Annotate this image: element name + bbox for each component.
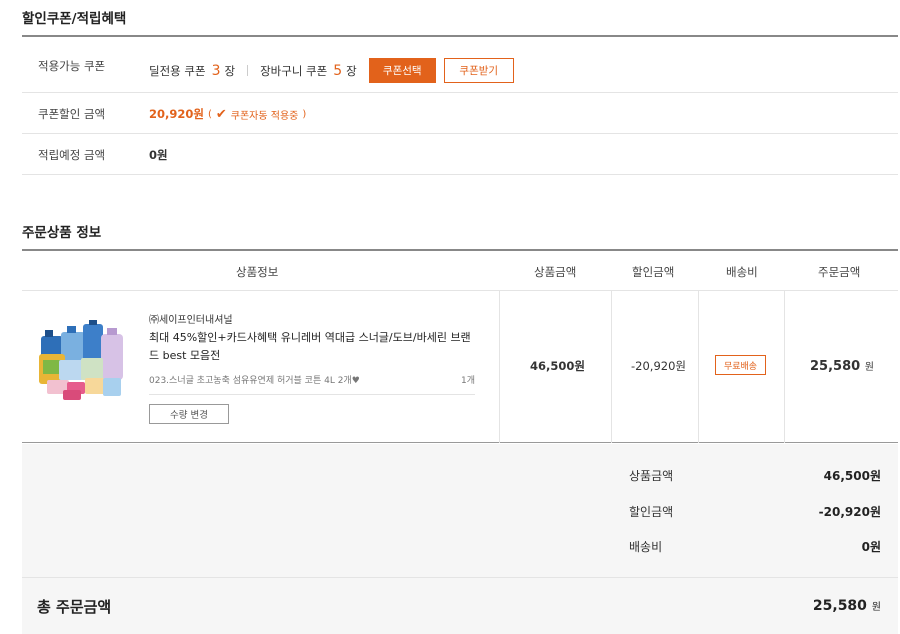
summary-discount-value: -20,920원 [818, 505, 881, 519]
points-row: 적립예정 금액 0원 [22, 134, 898, 175]
paren-open: ( [207, 108, 212, 120]
deal-coupon-count: 3 [211, 62, 221, 79]
header-order-amount: 주문금액 [818, 265, 861, 279]
deal-coupon-label: 딜전용 쿠폰 [149, 63, 206, 78]
total-label: 총 주문금액 [37, 598, 112, 616]
total-amount: 25,580 원 [813, 598, 881, 614]
summary-shipping-label: 배송비 [629, 540, 663, 554]
coupon-select-button[interactable]: 쿠폰선택 [368, 58, 436, 83]
item-order-amount-value: 25,580 [810, 359, 861, 374]
header-product-info: 상품정보 [236, 265, 279, 279]
total-order-amount-row: 총 주문금액 25,580 원 [22, 578, 898, 634]
order-table-row: ㈜세이프인터내셔널 최대 45%할인+카드사혜택 유니레버 역대급 스너글/도브… [22, 291, 898, 443]
seller-name[interactable]: ㈜세이프인터내셔널 [149, 311, 475, 326]
applicable-coupon-label: 적용가능 쿠폰 [38, 59, 106, 73]
cart-coupon-count: 5 [333, 62, 343, 79]
points-label: 적립예정 금액 [38, 148, 106, 162]
option-quantity: 1개 [460, 376, 475, 386]
auto-apply-note: 쿠폰자동 적용중 [230, 110, 299, 122]
free-shipping-badge: 무료배송 [715, 355, 766, 375]
column-divider [784, 291, 785, 443]
item-order-amount-unit: 원 [864, 362, 874, 373]
coupon-discount-row: 쿠폰할인 금액 20,920원 ( ✔ 쿠폰자동 적용중 ) [22, 93, 898, 134]
applicable-coupon-row: 적용가능 쿠폰 딜전용 쿠폰 3 장 장바구니 쿠폰 5 장 쿠폰선택 쿠폰받기 [22, 37, 898, 93]
deal-coupon-unit: 장 [224, 63, 236, 78]
points-value: 0원 [149, 147, 168, 163]
total-amount-unit: 원 [871, 602, 881, 613]
paren-close: ) [302, 108, 307, 120]
order-section-title: 주문상품 정보 [22, 225, 102, 241]
header-discount: 할인금액 [632, 265, 675, 279]
coupon-separator [247, 65, 249, 76]
summary-price-label: 상품금액 [629, 469, 674, 483]
option-text: 023.스너글 초고농축 섬유유연제 허거블 코튼 4L 2개♥ [149, 376, 360, 386]
coupon-discount-value: 20,920원 ( ✔ 쿠폰자동 적용중 ) [149, 106, 306, 122]
column-divider [499, 291, 500, 443]
column-divider [698, 291, 699, 443]
header-product-price: 상품금액 [534, 265, 577, 279]
cart-coupon-unit: 장 [346, 63, 357, 78]
benefit-section-title: 할인쿠폰/적립혜택 [22, 11, 127, 27]
coupon-discount-amount: 20,920원 [149, 107, 204, 121]
item-discount: -20,920원 [631, 359, 686, 373]
product-image[interactable] [37, 318, 127, 403]
summary-discount-label: 할인금액 [629, 505, 674, 519]
header-shipping: 배송비 [726, 265, 758, 279]
coupon-discount-label: 쿠폰할인 금액 [38, 107, 106, 121]
order-summary: 상품금액 46,500원 할인금액 -20,920원 배송비 0원 [22, 444, 898, 578]
applicable-coupon-value: 딜전용 쿠폰 3 장 장바구니 쿠폰 5 장 쿠폰선택 쿠폰받기 [149, 58, 514, 83]
points-amount: 0원 [149, 148, 168, 162]
cart-coupon-label: 장바구니 쿠폰 [260, 63, 328, 78]
total-amount-value: 25,580 [812, 598, 867, 614]
quantity-change-button[interactable]: 수량 변경 [149, 404, 229, 424]
check-icon: ✔ [215, 106, 227, 122]
summary-price-value: 46,500원 [823, 469, 881, 483]
summary-shipping-value: 0원 [861, 540, 881, 554]
product-name[interactable]: 최대 45%할인+카드사혜택 유니레버 역대급 스너글/도브/바세린 브랜드 b… [149, 329, 475, 365]
column-divider [611, 291, 612, 443]
product-option: 023.스너글 초고농축 섬유유연제 허거블 코튼 4L 2개♥ 1개 [149, 373, 475, 387]
order-table-header: 상품정보 상품금액 할인금액 배송비 주문금액 [22, 251, 898, 291]
item-order-amount: 25,580 원 [810, 358, 874, 374]
coupon-receive-button[interactable]: 쿠폰받기 [443, 58, 514, 83]
product-info: ㈜세이프인터내셔널 최대 45%할인+카드사혜택 유니레버 역대급 스너글/도브… [149, 311, 475, 424]
option-divider [149, 394, 475, 395]
item-price: 46,500원 [530, 359, 585, 373]
